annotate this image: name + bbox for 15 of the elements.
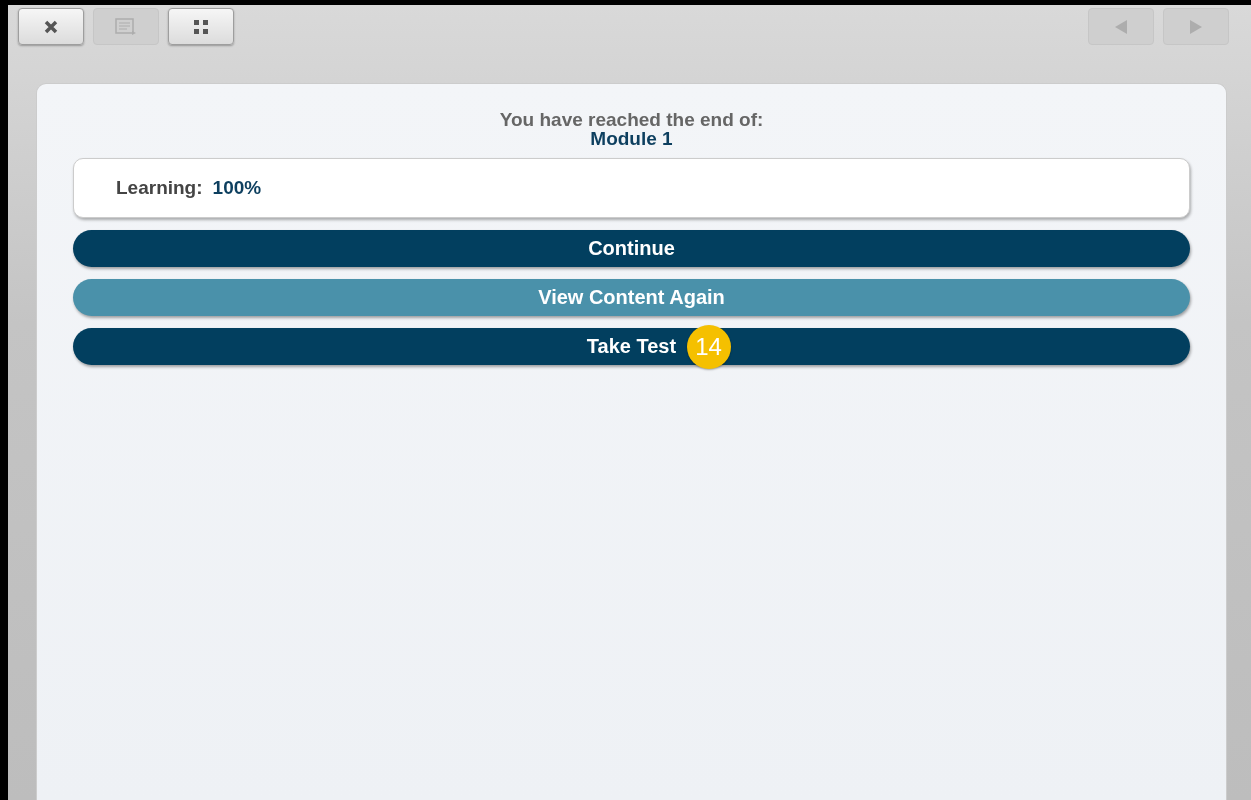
previous-icon	[1115, 19, 1127, 34]
list-icon	[115, 17, 137, 36]
callout-badge: 14	[686, 325, 731, 369]
module-title: Module 1	[589, 129, 674, 148]
button-label: Take Test	[586, 335, 677, 358]
close-icon	[44, 19, 58, 34]
progress-value: 100%	[212, 177, 262, 199]
grid-icon	[194, 19, 208, 34]
action-button[interactable]: View Content Again	[73, 279, 1190, 316]
end-message: You have reached the end of:	[498, 110, 765, 129]
progress-label: Learning:	[116, 177, 203, 199]
close-button[interactable]	[18, 8, 84, 45]
action-button[interactable]: Continue	[73, 230, 1190, 267]
menu-button[interactable]	[168, 8, 234, 45]
next-icon	[1190, 19, 1202, 34]
